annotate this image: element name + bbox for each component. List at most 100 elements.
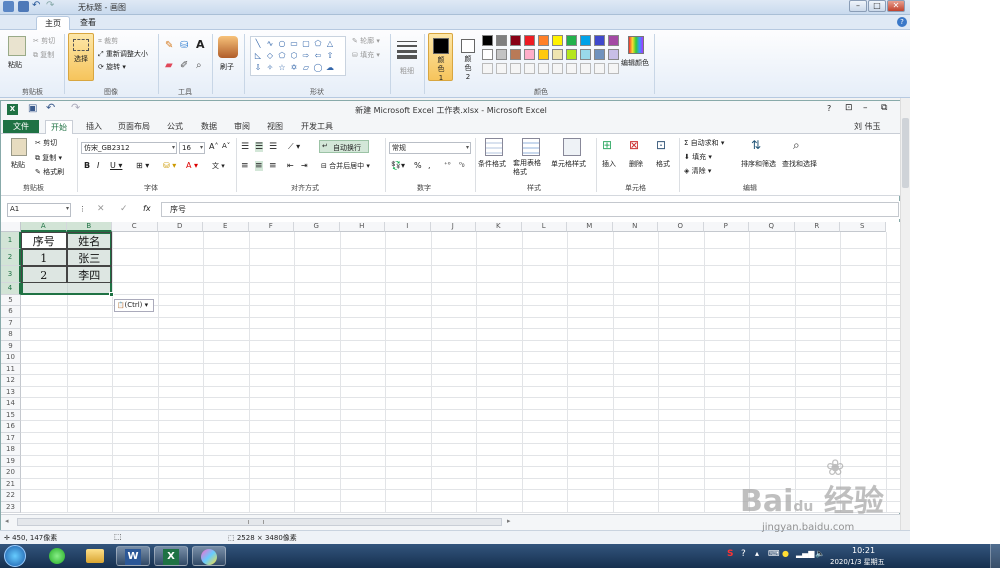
copy-button[interactable]: ⧉ 复制 <box>33 50 54 60</box>
outline-button[interactable]: ✎ 轮廓 ▾ <box>352 36 380 46</box>
row-header[interactable]: 7 <box>1 317 21 329</box>
scroll-right-icon[interactable]: ▸ <box>507 517 511 525</box>
name-box[interactable]: A1 ▾ <box>7 203 71 217</box>
oval-shape-icon[interactable]: ○ <box>277 39 287 48</box>
find-select-button[interactable]: 查找和选择 <box>782 159 817 169</box>
paste-icon[interactable] <box>8 36 26 56</box>
vertical-scrollbar[interactable] <box>900 98 910 530</box>
bold-icon[interactable]: B <box>84 161 90 170</box>
enter-icon[interactable]: ✓ <box>120 204 128 214</box>
paint-tab-home[interactable]: 主页 <box>36 16 70 30</box>
color-swatch[interactable] <box>510 35 521 46</box>
diamond-shape-icon[interactable]: ◇ <box>265 51 275 60</box>
wrap-text-button[interactable]: ↵ 自动换行 <box>319 140 369 153</box>
row-header[interactable]: 20 <box>1 467 21 479</box>
color-swatch[interactable] <box>608 49 619 60</box>
underline-icon[interactable]: U ▾ <box>110 161 122 170</box>
taskbar-excel[interactable]: X <box>154 546 188 566</box>
format-cells-icon[interactable]: ⊡ <box>656 138 666 152</box>
color2-button[interactable]: 颜色 2 <box>456 33 480 81</box>
pentagon-shape-icon[interactable]: ⬠ <box>277 51 287 60</box>
clock-date[interactable]: 2020/1/3 星期五 <box>830 557 885 567</box>
color-swatch[interactable] <box>566 35 577 46</box>
callout-rect-shape-icon[interactable]: ▱ <box>301 63 311 72</box>
edit-colors-icon[interactable] <box>628 36 644 54</box>
tab-view[interactable]: 视图 <box>262 120 288 133</box>
start-button[interactable] <box>4 545 26 567</box>
column-header[interactable]: A <box>21 222 67 232</box>
tray-help-icon[interactable]: ? <box>741 549 746 559</box>
fill-color-icon[interactable]: ⛁ ▾ <box>163 161 176 170</box>
column-header[interactable]: M <box>567 222 613 232</box>
left-arrow-shape-icon[interactable]: ⇦ <box>313 51 323 60</box>
column-header[interactable]: B <box>66 222 112 232</box>
color-picker-icon[interactable]: ✐ <box>180 60 188 71</box>
custom-color-slot[interactable] <box>496 63 507 74</box>
column-header[interactable]: D <box>157 222 203 232</box>
color-swatch[interactable] <box>482 35 493 46</box>
rectangle-shape-icon[interactable]: ▭ <box>289 39 299 48</box>
resize-button[interactable]: ⤢ 重新调整大小 <box>98 49 148 59</box>
column-header[interactable]: N <box>612 222 658 232</box>
column-header[interactable]: J <box>430 222 476 232</box>
insert-function-icon[interactable]: fx <box>143 204 151 213</box>
row-header[interactable]: 11 <box>1 363 21 375</box>
color-swatch[interactable] <box>566 49 577 60</box>
edit-colors-button[interactable]: 编辑颜色 <box>621 58 649 68</box>
color-swatch[interactable] <box>580 49 591 60</box>
horizontal-scrollbar[interactable] <box>17 518 502 526</box>
sort-filter-icon[interactable]: ⇅ <box>751 138 761 152</box>
orientation-icon[interactable]: ⟋ ▾ <box>288 142 300 152</box>
color-swatch[interactable] <box>538 49 549 60</box>
row-header[interactable]: 22 <box>1 490 21 502</box>
shrink-font-icon[interactable]: A˅ <box>222 142 230 150</box>
insert-cells-button[interactable]: 插入 <box>602 159 616 169</box>
percent-icon[interactable]: % <box>414 161 422 170</box>
paste-button[interactable]: 粘贴 <box>8 60 22 70</box>
line-shape-icon[interactable]: ╲ <box>253 39 263 48</box>
border-icon[interactable]: ⊞ ▾ <box>136 161 149 170</box>
right-triangle-shape-icon[interactable]: ◺ <box>253 51 263 60</box>
color-swatch[interactable] <box>594 35 605 46</box>
sort-filter-button[interactable]: 排序和筛选 <box>741 159 776 169</box>
curve-shape-icon[interactable]: ∿ <box>265 39 275 48</box>
paint-tab-view[interactable]: 查看 <box>72 16 104 30</box>
color-swatch[interactable] <box>496 35 507 46</box>
custom-color-slot[interactable] <box>594 63 605 74</box>
column-header[interactable]: S <box>840 222 886 232</box>
cancel-icon[interactable]: ✕ <box>97 204 105 214</box>
fill-button[interactable]: ⬇ 填充 ▾ <box>684 152 712 162</box>
row-header[interactable]: 18 <box>1 444 21 456</box>
column-header[interactable]: R <box>794 222 840 232</box>
delete-cells-button[interactable]: 删除 <box>629 159 643 169</box>
tray-volume-icon[interactable]: 🔈 <box>815 549 825 558</box>
row-header[interactable]: 3 <box>1 266 21 283</box>
column-header[interactable]: I <box>385 222 431 232</box>
align-right-icon[interactable]: ≡ <box>269 161 277 171</box>
paint-minimize-button[interactable]: – <box>849 0 867 12</box>
tab-developer[interactable]: 开发工具 <box>296 120 338 133</box>
autosum-button[interactable]: Σ 自动求和 ▾ <box>684 138 724 148</box>
custom-color-slot[interactable] <box>552 63 563 74</box>
text-tool-icon[interactable]: A <box>196 38 205 51</box>
custom-color-slot[interactable] <box>482 63 493 74</box>
table-cell[interactable]: 张三 <box>66 249 112 266</box>
row-header[interactable]: 23 <box>1 501 21 513</box>
column-header[interactable]: P <box>703 222 749 232</box>
color-swatch[interactable] <box>524 35 535 46</box>
increase-decimal-icon[interactable]: ⁺⁰ <box>444 161 451 169</box>
copy-button[interactable]: ⧉ 复制 ▾ <box>35 153 62 163</box>
align-left-icon[interactable]: ≡ <box>241 161 249 171</box>
fill-button[interactable]: ⛁ 填充 ▾ <box>352 50 380 60</box>
select-all-button[interactable] <box>1 222 21 232</box>
custom-color-slot[interactable] <box>608 63 619 74</box>
table-cell[interactable]: 1 <box>21 249 67 266</box>
minimize-icon[interactable]: – <box>863 103 868 113</box>
phonetic-icon[interactable]: 文 ▾ <box>212 161 225 171</box>
paint-close-button[interactable]: ✕ <box>887 0 905 12</box>
eraser-icon[interactable]: ▰ <box>165 60 173 71</box>
help-icon[interactable]: ? <box>827 104 831 113</box>
table-cell[interactable]: 姓名 <box>66 232 112 249</box>
conditional-format-button[interactable]: 条件格式 <box>478 159 506 169</box>
merge-center-button[interactable]: ⊟ 合并后居中 ▾ <box>321 161 370 171</box>
